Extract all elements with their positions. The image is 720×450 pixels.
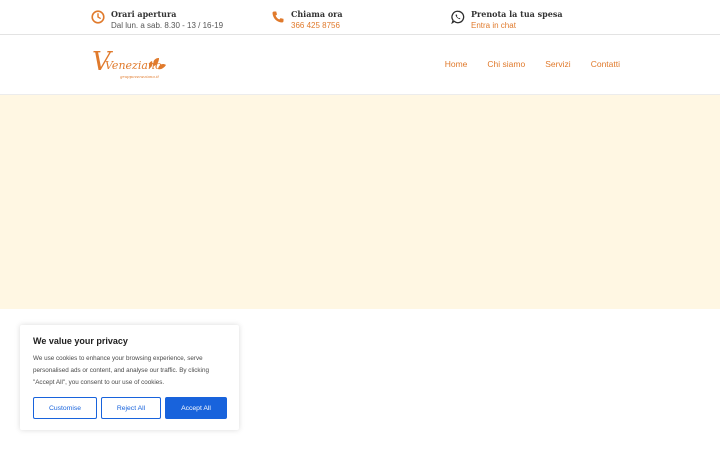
opening-hours: Orari apertura Dal lun. a sab. 8.30 - 13… [91,9,223,31]
cookie-title: We value your privacy [33,336,128,346]
top-info-bar: Orari apertura Dal lun. a sab. 8.30 - 13… [0,0,720,35]
phone-icon [272,11,284,23]
nav-home[interactable]: Home [445,59,468,69]
svg-text:Veneziano: Veneziano [105,59,162,72]
book-title: Prenota la tua spesa [471,9,563,19]
main-nav: Home Chi siamo Servizi Contatti [445,59,620,69]
nav-chi-siamo[interactable]: Chi siamo [487,59,525,69]
call-title: Chiama ora [291,9,343,19]
accept-all-button[interactable]: Accept All [165,397,227,419]
nav-servizi[interactable]: Servizi [545,59,571,69]
whatsapp-icon [451,10,465,24]
site-header: V Veneziano gruppoveneziano.it Home Chi … [0,35,720,95]
customise-button[interactable]: Customise [33,397,97,419]
veneziano-logo[interactable]: V Veneziano gruppoveneziano.it [92,46,167,82]
call-now[interactable]: Chiama ora 366 425 8756 [271,9,343,31]
cookie-text: We use cookies to enhance your browsing … [33,355,209,386]
hero-banner [0,95,720,309]
phone-number[interactable]: 366 425 8756 [291,20,343,31]
clock-icon [91,10,105,24]
cookie-buttons: Customise Reject All Accept All [33,397,227,419]
nav-contatti[interactable]: Contatti [591,59,620,69]
hours-title: Orari apertura [111,9,177,19]
chat-link[interactable]: Entra in chat [471,20,563,31]
cookie-consent-banner: We value your privacy We use cookies to … [20,325,239,430]
svg-text:gruppoveneziano.it: gruppoveneziano.it [120,74,159,79]
book-shopping[interactable]: Prenota la tua spesa Entra in chat [451,9,563,31]
reject-all-button[interactable]: Reject All [101,397,161,419]
hours-detail: Dal lun. a sab. 8.30 - 13 / 16-19 [111,21,224,30]
